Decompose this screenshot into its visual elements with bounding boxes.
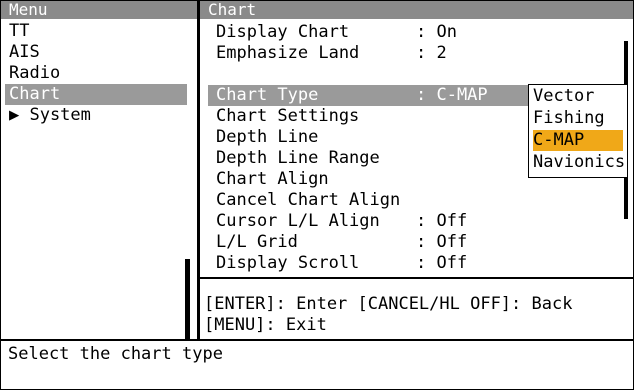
hint-line-2: [MENU]: Exit bbox=[204, 315, 327, 335]
menu-item-tt[interactable]: TT bbox=[9, 21, 29, 42]
menu-item-radio[interactable]: Radio bbox=[9, 63, 60, 84]
item-label: Cancel Chart Align bbox=[216, 190, 401, 210]
item-value: : Off bbox=[416, 232, 468, 252]
chart-type-popup: Vector Fishing C-MAP Navionics bbox=[528, 84, 628, 178]
chart-item-display-chart[interactable]: Display Chart : On bbox=[216, 22, 457, 43]
chart-item-chart-align[interactable]: Chart Align bbox=[216, 169, 416, 190]
chart-item-cursor-ll-align[interactable]: Cursor L/L Align : Off bbox=[216, 211, 467, 232]
item-value: : C-MAP bbox=[416, 85, 488, 105]
item-label: Chart Align bbox=[216, 169, 329, 189]
item-label: Emphasize Land bbox=[216, 43, 360, 63]
menu-item-chart[interactable]: Chart bbox=[5, 84, 187, 105]
chart-item-ll-grid[interactable]: L/L Grid : Off bbox=[216, 232, 467, 253]
menu-header: Menu bbox=[1, 1, 197, 19]
menu-item-system[interactable]: ▶ System bbox=[9, 105, 91, 126]
option-fishing[interactable]: Fishing bbox=[533, 108, 605, 129]
item-label: Display Scroll bbox=[216, 253, 360, 273]
chart-item-depth-line[interactable]: Depth Line bbox=[216, 127, 416, 148]
chart-item-emphasize-land[interactable]: Emphasize Land : 2 bbox=[216, 43, 447, 64]
option-c-map[interactable]: C-MAP bbox=[533, 130, 623, 151]
item-value: : Off bbox=[416, 211, 468, 231]
option-vector[interactable]: Vector bbox=[533, 86, 594, 107]
status-divider bbox=[1, 339, 633, 341]
option-navionics[interactable]: Navionics bbox=[533, 152, 625, 173]
status-text: Select the chart type bbox=[8, 344, 223, 364]
key-hint: [ENTER]: Enter [CANCEL/HL OFF]: Back [ME… bbox=[204, 294, 624, 336]
hint-divider bbox=[200, 277, 633, 279]
menu-panel: Menu TT AIS Radio Chart ▶ System bbox=[1, 1, 197, 340]
item-label: Cursor L/L Align bbox=[216, 211, 380, 231]
item-label: Depth Line bbox=[216, 127, 319, 147]
item-label: L/L Grid bbox=[216, 232, 298, 252]
chart-item-depth-line-range[interactable]: Depth Line Range bbox=[216, 148, 416, 169]
chart-item-cancel-chart-align[interactable]: Cancel Chart Align bbox=[216, 190, 416, 211]
item-value: : On bbox=[416, 22, 457, 42]
chart-item-chart-type[interactable]: Chart Type : C-MAP bbox=[208, 85, 532, 106]
hint-line-1: [ENTER]: Enter [CANCEL/HL OFF]: Back bbox=[204, 294, 573, 314]
menu-scrollbar[interactable] bbox=[185, 259, 190, 339]
chart-header: Chart bbox=[200, 1, 633, 19]
item-label: Depth Line Range bbox=[216, 148, 380, 168]
item-label: Chart Type bbox=[216, 85, 319, 105]
chart-item-display-scroll[interactable]: Display Scroll : Off bbox=[216, 253, 467, 274]
menu-item-ais[interactable]: AIS bbox=[9, 42, 40, 63]
item-label: Chart Settings bbox=[216, 106, 360, 126]
chart-item-chart-settings[interactable]: Chart Settings bbox=[216, 106, 416, 127]
item-value: : Off bbox=[416, 253, 468, 273]
item-label: Display Chart bbox=[216, 22, 350, 42]
item-value: : 2 bbox=[416, 43, 447, 63]
